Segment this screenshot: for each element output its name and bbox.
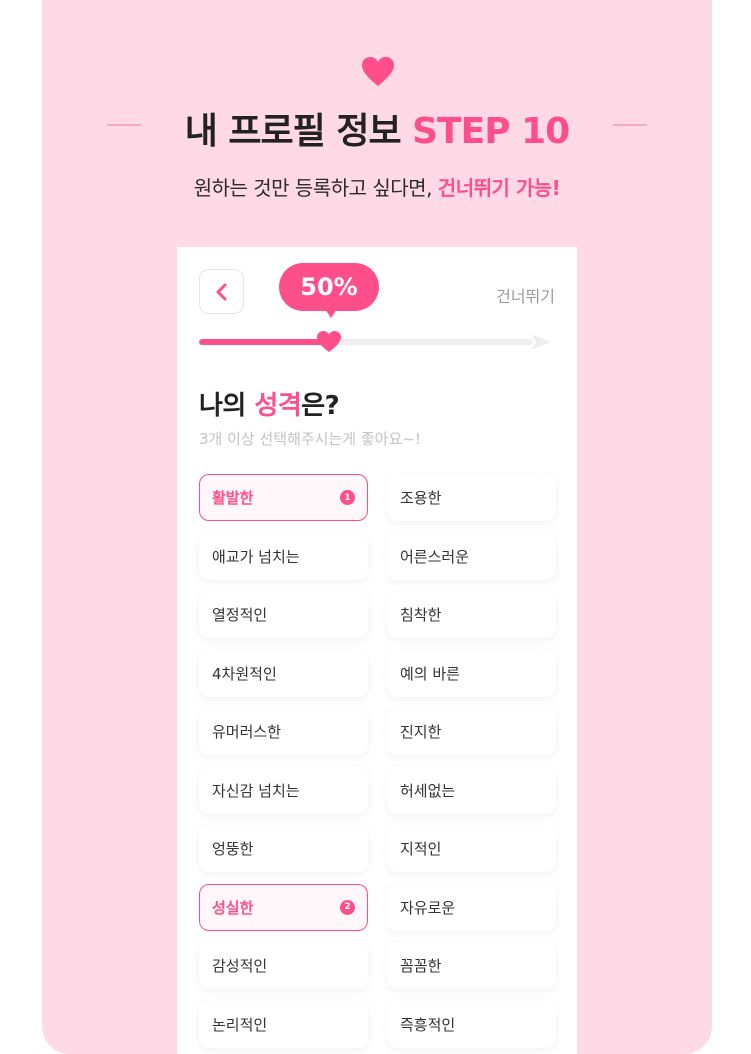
personality-option[interactable]: 즉흥적인 bbox=[387, 1000, 556, 1048]
personality-option[interactable]: 침착한 bbox=[387, 591, 556, 638]
option-label: 허세없는 bbox=[400, 781, 456, 800]
option-label: 진지한 bbox=[400, 723, 442, 741]
question-hint: 3개 이상 선택해주시는게 좋아요~! bbox=[199, 430, 421, 448]
personality-option[interactable]: 감성적인 bbox=[199, 942, 368, 989]
option-label: 즉흥적인 bbox=[400, 1015, 456, 1034]
selection-order-badge: 1 bbox=[340, 490, 355, 505]
subtitle-main: 원하는 것만 등록하고 싶다면, bbox=[193, 176, 433, 200]
skip-button[interactable]: 건너뛰기 bbox=[496, 283, 555, 307]
personality-option[interactable]: 조용한 bbox=[387, 474, 556, 521]
option-label: 논리적인 bbox=[212, 1015, 268, 1034]
option-label: 4차원적인 bbox=[212, 664, 277, 683]
personality-option[interactable]: 꼼꼼한 bbox=[387, 942, 556, 989]
question-title: 나의 성격은? bbox=[199, 385, 340, 422]
heart-icon bbox=[362, 57, 394, 86]
question-suffix: 은? bbox=[301, 391, 340, 421]
page-title: 내 프로필 정보 STEP 10 bbox=[42, 100, 712, 156]
personality-option[interactable]: 어른스러운 bbox=[387, 532, 556, 580]
progress-fill bbox=[199, 339, 330, 345]
personality-option[interactable]: 진지한 bbox=[387, 708, 556, 755]
option-label: 성실한 bbox=[212, 898, 254, 917]
personality-option[interactable]: 유머러스한 bbox=[199, 708, 368, 755]
option-label: 활발한 bbox=[212, 489, 254, 507]
personality-option[interactable]: 자신감 넘치는 bbox=[199, 766, 368, 814]
personality-option[interactable]: 엉뚱한 bbox=[199, 825, 368, 872]
title-step: STEP 10 bbox=[412, 111, 570, 152]
back-button[interactable] bbox=[199, 269, 244, 314]
option-label: 유머러스한 bbox=[212, 723, 282, 741]
option-label: 열정적인 bbox=[212, 606, 268, 624]
option-label: 꼼꼼한 bbox=[400, 957, 442, 975]
page-subtitle: 원하는 것만 등록하고 싶다면, 건너뛰기 가능! bbox=[42, 172, 712, 201]
promo-card: 내 프로필 정보 STEP 10 원하는 것만 등록하고 싶다면, 건너뛰기 가… bbox=[42, 0, 712, 1054]
progress-track bbox=[199, 339, 533, 345]
question-accent: 성격 bbox=[254, 391, 302, 421]
option-label: 자유로운 bbox=[400, 898, 456, 917]
personality-option[interactable]: 열정적인 bbox=[199, 591, 368, 638]
phone-screen: 50% 건너뛰기 나의 성격은? 3개 이상 선택해주시는게 좋아요~! 활발한… bbox=[177, 247, 577, 1054]
progress-bubble-tail bbox=[325, 309, 337, 318]
option-label: 지적인 bbox=[400, 840, 442, 858]
option-label: 자신감 넘치는 bbox=[212, 781, 300, 800]
title-main: 내 프로필 정보 bbox=[184, 111, 402, 152]
arrow-right-icon bbox=[531, 334, 551, 350]
question-prefix: 나의 bbox=[199, 391, 246, 421]
personality-option[interactable]: 예의 바른 bbox=[387, 649, 556, 697]
selection-order-badge: 2 bbox=[340, 899, 355, 915]
option-label: 침착한 bbox=[400, 606, 442, 624]
subtitle-accent: 건너뛰기 가능! bbox=[437, 176, 561, 200]
progress-bubble: 50% bbox=[279, 263, 379, 311]
option-label: 감성적인 bbox=[212, 957, 268, 975]
option-label: 조용한 bbox=[400, 489, 442, 507]
personality-option[interactable]: 4차원적인 bbox=[199, 649, 368, 697]
personality-option[interactable]: 허세없는 bbox=[387, 766, 556, 814]
personality-options: 활발한 1 조용한애교가 넘치는 어른스러운열정적인 침착한 4차원적인 예의 바른유머러스… bbox=[199, 474, 556, 1048]
chevron-left-icon bbox=[216, 283, 226, 300]
personality-option[interactable]: 자유로운 bbox=[387, 883, 556, 931]
personality-option[interactable]: 활발한 1 bbox=[199, 474, 368, 521]
option-label: 엉뚱한 bbox=[212, 840, 254, 858]
personality-option[interactable]: 지적인 bbox=[387, 825, 556, 872]
progress-heart-icon bbox=[317, 331, 342, 352]
personality-option[interactable]: 성실한 2 bbox=[199, 883, 368, 931]
personality-option[interactable]: 논리적인 bbox=[199, 1000, 368, 1048]
personality-option[interactable]: 애교가 넘치는 bbox=[199, 532, 368, 580]
option-label: 예의 바른 bbox=[400, 664, 460, 683]
option-label: 어른스러운 bbox=[400, 547, 470, 566]
progress-label: 50% bbox=[300, 273, 358, 301]
option-label: 애교가 넘치는 bbox=[212, 547, 300, 566]
